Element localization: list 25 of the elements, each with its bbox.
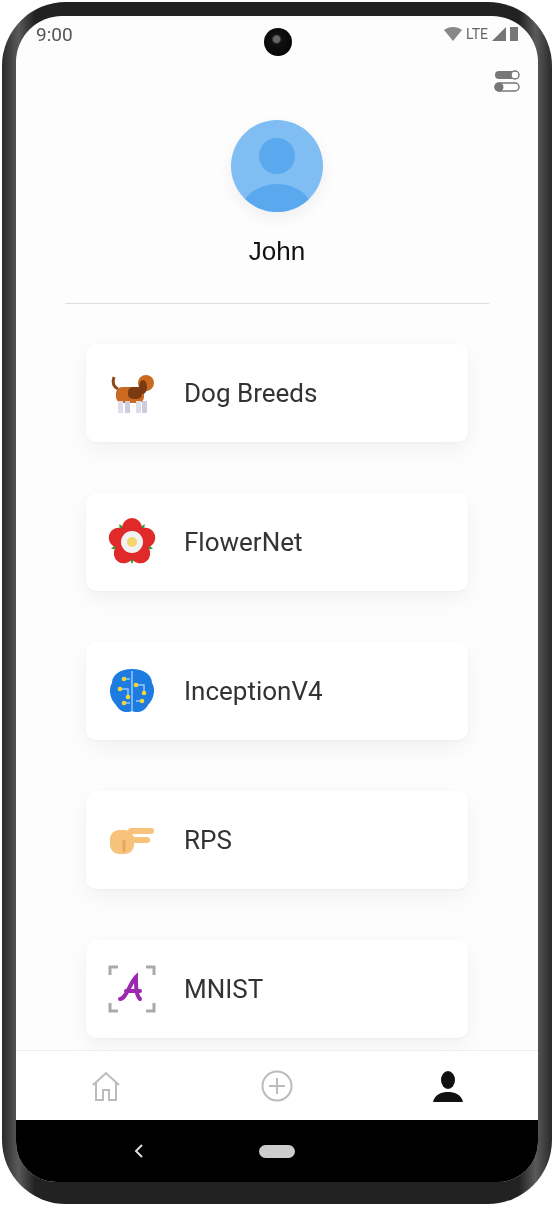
model-card[interactable]: RPS: [86, 791, 468, 889]
model-name: InceptionV4: [184, 676, 323, 706]
model-card[interactable]: MNIST: [86, 940, 468, 1038]
model-card[interactable]: Dog Breeds: [86, 344, 468, 442]
model-card[interactable]: InceptionV4: [86, 642, 468, 740]
add-icon: [261, 1069, 293, 1102]
model-name: FlowerNet: [184, 527, 303, 557]
settings-toggle-icon[interactable]: [494, 70, 520, 92]
wifi-icon: [444, 27, 462, 41]
status-time: 9:00: [36, 22, 73, 46]
person-icon: [432, 1069, 464, 1102]
script-letter-icon: [106, 963, 158, 1015]
model-card[interactable]: FlowerNet: [86, 493, 468, 591]
network-label: LTE: [466, 26, 488, 42]
back-icon: [134, 1143, 144, 1159]
model-name: MNIST: [184, 974, 264, 1004]
camera-icon: [264, 28, 292, 56]
back-button[interactable]: [134, 1143, 144, 1159]
home-pill-button[interactable]: [259, 1144, 295, 1158]
model-name: RPS: [184, 825, 232, 855]
model-name: Dog Breeds: [184, 378, 318, 408]
profile-name: John: [248, 236, 306, 267]
home-icon: [90, 1069, 122, 1102]
signal-icon: [492, 27, 506, 41]
battery-icon: [510, 27, 518, 41]
